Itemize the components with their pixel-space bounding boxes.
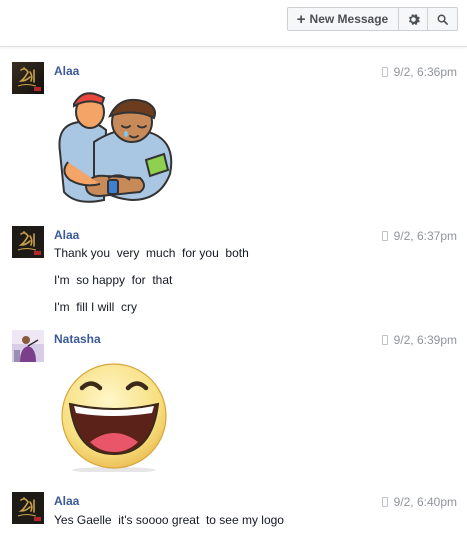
mobile-phone-icon (381, 231, 388, 241)
timestamp-text: 9/2, 6:40pm (393, 495, 457, 509)
avatar[interactable] (12, 226, 44, 258)
message-timestamp: 9/2, 6:39pm (381, 333, 457, 347)
sender-name[interactable]: Alaa (54, 228, 79, 242)
avatar[interactable] (12, 492, 44, 524)
avatar-logo-image (12, 62, 44, 94)
toolbar-button-group: + New Message (287, 7, 458, 31)
sender-name[interactable]: Alaa (54, 494, 79, 508)
gear-icon (408, 13, 420, 25)
message-text: Thank you very much for you both (54, 246, 249, 260)
timestamp-text: 9/2, 6:37pm (393, 229, 457, 243)
laughing-smiley-image (61, 363, 167, 473)
mobile-phone-icon (381, 497, 388, 507)
timestamp-text: 9/2, 6:39pm (393, 333, 457, 347)
laughing-smiley-sticker[interactable] (56, 362, 172, 473)
hug-sticker-image (58, 92, 173, 203)
plus-icon: + (296, 10, 306, 28)
settings-button[interactable] (399, 7, 428, 31)
new-message-button[interactable]: + New Message (287, 7, 399, 31)
mobile-phone-icon (381, 335, 388, 345)
message-text: I'm fill I will cry (54, 300, 137, 314)
hug-sticker[interactable] (50, 82, 178, 210)
avatar-logo-image (12, 492, 44, 524)
avatar-logo-image (12, 226, 44, 258)
message-text: Yes Gaelle it's soooo great to see my lo… (54, 513, 284, 527)
message-timestamp: 9/2, 6:37pm (381, 229, 457, 243)
sender-name[interactable]: Natasha (54, 332, 101, 346)
message-text: I'm so happy for that (54, 273, 173, 287)
avatar[interactable] (12, 62, 44, 94)
message-timestamp: 9/2, 6:36pm (381, 65, 457, 79)
messages-toolbar: + New Message (0, 0, 467, 47)
avatar[interactable] (12, 330, 44, 362)
avatar-photo-image (12, 330, 44, 362)
message-timestamp: 9/2, 6:40pm (381, 495, 457, 509)
timestamp-text: 9/2, 6:36pm (393, 65, 457, 79)
mobile-phone-icon (381, 67, 388, 77)
search-button[interactable] (428, 7, 458, 31)
search-icon (437, 14, 448, 25)
new-message-label: New Message (309, 12, 389, 26)
sender-name[interactable]: Alaa (54, 64, 79, 78)
